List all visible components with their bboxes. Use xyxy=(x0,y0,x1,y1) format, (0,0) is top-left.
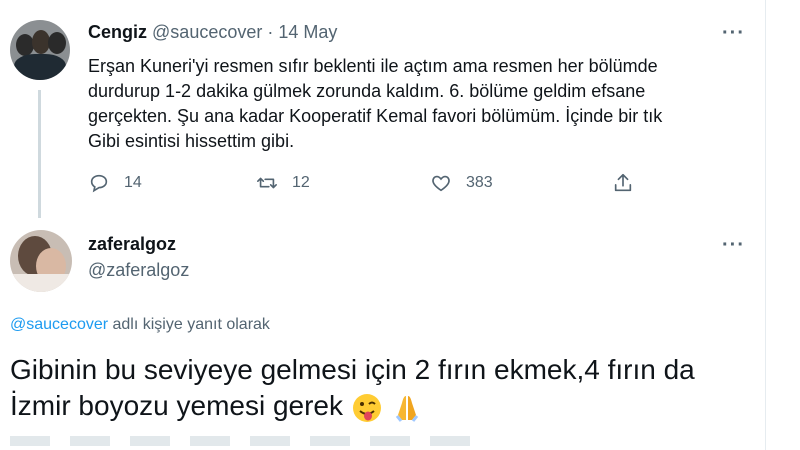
folded-hands-icon xyxy=(395,395,418,422)
share-button[interactable] xyxy=(612,172,648,194)
reply-text-line: İzmir boyozu yemesi gerek xyxy=(10,390,344,421)
heart-icon xyxy=(432,175,450,192)
reply-tweet[interactable]: zaferalgoz @zaferalgoz ··· @saucecover a… xyxy=(0,222,765,450)
cut-off-metadata xyxy=(10,436,490,446)
reply-text-line: Gibinin bu seviyeye gelmesi için 2 fırın… xyxy=(10,354,695,385)
replying-to: @saucecover adlı kişiye yanıt olarak xyxy=(10,316,270,334)
reply-count: 14 xyxy=(124,174,142,191)
tweet-text-line: durdurup 1-2 dakika gülmek zorunda kaldı… xyxy=(88,81,646,101)
tweet-header: Cengiz @saucecover · 14 May xyxy=(88,22,337,43)
share-icon xyxy=(614,173,632,192)
tweet-date[interactable]: 14 May xyxy=(278,22,337,42)
tweet-actions: 14 12 383 xyxy=(88,172,648,202)
more-options-icon[interactable]: ··· xyxy=(722,22,745,45)
author-name[interactable]: zaferalgoz xyxy=(88,234,176,255)
replying-to-label: adlı kişiye yanıt olarak xyxy=(108,316,270,333)
avatar[interactable] xyxy=(10,230,72,292)
author-handle[interactable]: @zaferalgoz xyxy=(88,260,189,281)
like-button[interactable]: 383 xyxy=(430,172,493,194)
more-options-icon[interactable]: ··· xyxy=(722,234,745,257)
avatar[interactable] xyxy=(10,20,70,80)
original-tweet[interactable]: Cengiz @saucecover · 14 May ··· Erşan Ku… xyxy=(0,0,765,222)
retweet-button[interactable]: 12 xyxy=(256,172,310,194)
reply-button[interactable]: 14 xyxy=(88,172,142,194)
winking-face-with-tongue-icon xyxy=(352,393,381,422)
retweet-icon xyxy=(257,177,277,189)
reply-icon xyxy=(90,174,108,193)
like-count: 383 xyxy=(466,174,493,191)
separator: · xyxy=(267,22,274,42)
tweet-text-line: Erşan Kuneri'yi resmen sıfır beklenti il… xyxy=(88,56,658,76)
author-name[interactable]: Cengiz xyxy=(88,22,147,42)
retweet-count: 12 xyxy=(292,174,310,191)
tweet-text-line: Gibi esintisi hissettim gibi. xyxy=(88,131,295,151)
author-handle[interactable]: @saucecover xyxy=(152,22,262,42)
right-edge-panel xyxy=(765,0,800,450)
thread-connector-line xyxy=(38,90,41,218)
replying-to-handle[interactable]: @saucecover xyxy=(10,316,108,333)
tweet-text-line: gerçekten. Şu ana kadar Kooperatif Kemal… xyxy=(88,106,663,126)
reply-text: Gibinin bu seviyeye gelmesi için 2 fırın… xyxy=(10,352,750,424)
tweet-text: Erşan Kuneri'yi resmen sıfır beklenti il… xyxy=(88,54,748,154)
